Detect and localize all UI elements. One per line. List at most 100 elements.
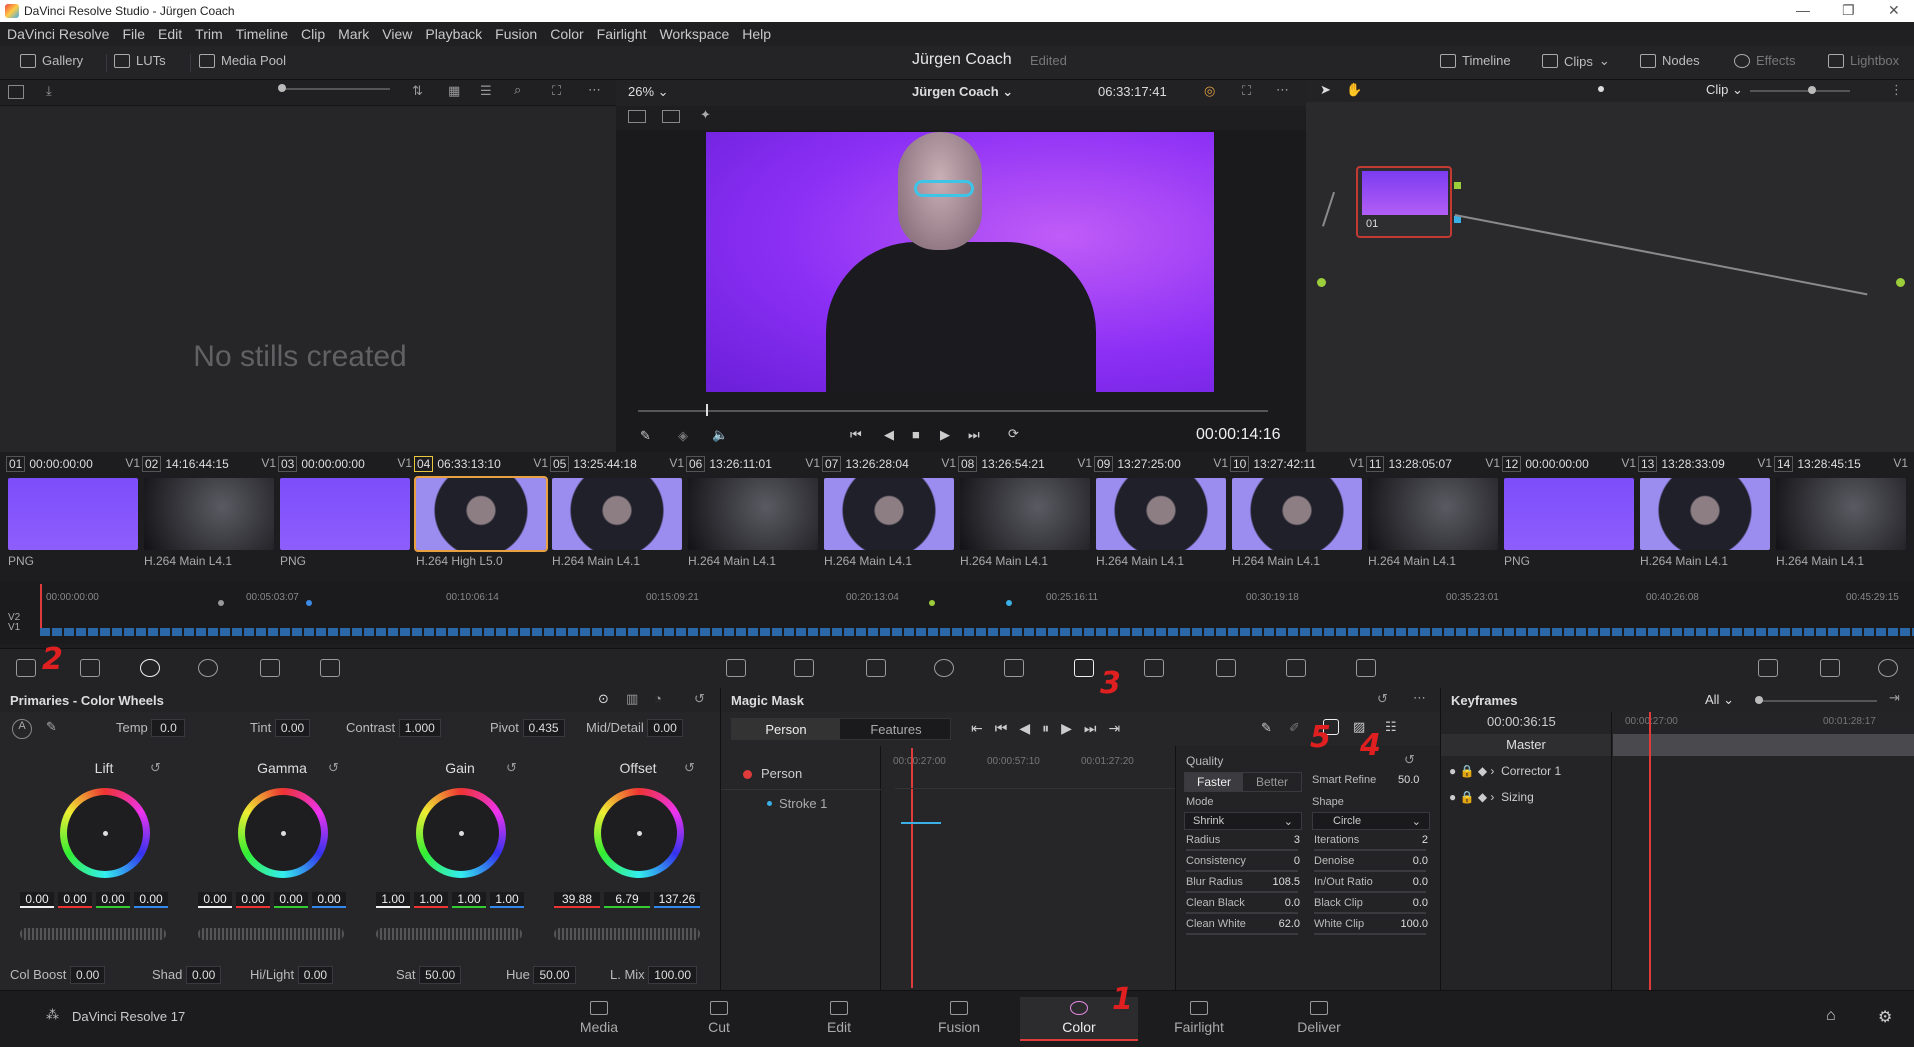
master-wheel-jog[interactable]: [20, 928, 166, 940]
magic-mask-icon[interactable]: [1074, 659, 1094, 677]
play-icon[interactable]: ▶: [940, 427, 950, 443]
sidebar-toggle-icon[interactable]: [8, 85, 24, 99]
zoom-select[interactable]: 26% ⌄: [628, 84, 669, 100]
hdr-wheels-icon[interactable]: [198, 659, 218, 677]
first-frame-icon[interactable]: ⏮: [850, 427, 862, 443]
grid-view-icon[interactable]: ▦: [448, 83, 460, 99]
output-icon[interactable]: [1896, 278, 1905, 287]
split-screen-icon[interactable]: [662, 110, 680, 123]
subtract-stroke-icon[interactable]: ✐: [1289, 720, 1300, 736]
color-wheel-gain[interactable]: [416, 788, 506, 878]
rgb-mixer-icon[interactable]: [260, 659, 280, 677]
contrast-control[interactable]: Contrast 1.000: [346, 719, 441, 737]
stroke-keyframe[interactable]: [901, 822, 941, 824]
keyframe-zoom-slider[interactable]: [1757, 700, 1877, 702]
blur-icon[interactable]: [1144, 659, 1164, 677]
fullscreen-icon[interactable]: ⛶: [552, 83, 561, 99]
timeline-toggle[interactable]: Timeline: [1440, 53, 1511, 68]
wheel-value[interactable]: 137.26: [654, 892, 700, 908]
sort-icon[interactable]: ⇅: [412, 83, 423, 99]
restore-icon[interactable]: ❐: [1842, 2, 1855, 19]
clip-thumbnail[interactable]: 13 13:28:33:09 V1 H.264 Main L4.1: [1638, 456, 1774, 568]
menu-item[interactable]: DaVinci Resolve: [7, 26, 109, 42]
blackclip-slider[interactable]: [1314, 912, 1426, 914]
highlight-icon[interactable]: ◎: [1204, 83, 1215, 99]
cleanblack-value[interactable]: 0.0: [1264, 897, 1300, 909]
mode-select[interactable]: Shrink ⌄: [1184, 812, 1302, 830]
list-view-icon[interactable]: ☰: [480, 83, 492, 99]
last-frame-icon[interactable]: ⏭: [968, 427, 980, 443]
clip-thumbnail[interactable]: 01 00:00:00:00 V1 PNG: [6, 456, 142, 568]
hilight-value[interactable]: 0.00: [297, 966, 334, 984]
wheel-center-handle[interactable]: [459, 831, 464, 836]
video-frame[interactable]: [706, 132, 1214, 392]
magic-wand-icon[interactable]: ✦: [700, 107, 711, 123]
contrast-value[interactable]: 1.000: [398, 719, 441, 737]
menu-item[interactable]: Edit: [158, 26, 182, 42]
menu-item[interactable]: Clip: [301, 26, 325, 42]
corrector-node-01[interactable]: 01: [1356, 166, 1452, 238]
master-wheel-jog[interactable]: [376, 928, 522, 940]
loop-icon[interactable]: ⟳: [1008, 426, 1019, 442]
pointer-icon[interactable]: ➤: [1320, 82, 1331, 98]
gear-icon[interactable]: ⚙: [1878, 1007, 1892, 1027]
denoise-slider[interactable]: [1314, 870, 1426, 872]
effects-toggle[interactable]: Effects: [1734, 53, 1796, 68]
white-balance-picker-icon[interactable]: ✎: [46, 719, 57, 735]
more-options-icon[interactable]: ⋯: [588, 82, 601, 98]
minimize-icon[interactable]: —: [1796, 2, 1810, 18]
mask-playhead[interactable]: [911, 748, 913, 988]
timeline-playhead[interactable]: [40, 584, 42, 630]
key-icon[interactable]: [1216, 659, 1236, 677]
node-mode-select[interactable]: Clip ⌄: [1706, 82, 1743, 98]
pivot-control[interactable]: Pivot 0.435: [490, 719, 565, 737]
wheel-value[interactable]: 1.00: [490, 892, 524, 908]
whiteclip-value[interactable]: 100.0: [1392, 918, 1428, 930]
wheel-value[interactable]: 0.00: [312, 892, 346, 908]
node-options-icon[interactable]: ⋮: [1890, 82, 1903, 98]
color-match-icon[interactable]: [80, 659, 100, 677]
cleanwhite-slider[interactable]: [1186, 933, 1298, 935]
wheel-value[interactable]: 39.88: [554, 892, 600, 908]
wheel-value[interactable]: 0.00: [58, 892, 92, 908]
scopes-icon[interactable]: [1820, 659, 1840, 677]
media-pool-button[interactable]: Media Pool: [199, 53, 286, 68]
reset-settings-icon[interactable]: ↺: [1404, 752, 1415, 768]
wheel-center-handle[interactable]: [281, 831, 286, 836]
tint-control[interactable]: Tint 0.00: [250, 719, 311, 737]
consistency-value[interactable]: 0: [1264, 855, 1300, 867]
keyframe-playhead[interactable]: [1649, 712, 1651, 990]
search-icon[interactable]: ⌕: [514, 82, 521, 98]
wheel-value[interactable]: 0.00: [134, 892, 168, 908]
color-wheel-offset[interactable]: [594, 788, 684, 878]
qualifier-icon[interactable]: [866, 659, 886, 677]
source-input-icon[interactable]: [1317, 278, 1326, 287]
pivot-value[interactable]: 0.435: [522, 719, 565, 737]
wheel-value[interactable]: 6.79: [604, 892, 650, 908]
menu-item[interactable]: Timeline: [236, 26, 288, 42]
thumb-size-handle[interactable]: [278, 84, 286, 92]
reset-wheel-icon[interactable]: ↺: [684, 760, 695, 776]
master-wheel-jog[interactable]: [554, 928, 700, 940]
cleanblack-slider[interactable]: [1186, 912, 1298, 914]
tracker-icon[interactable]: [1004, 659, 1024, 677]
tint-value[interactable]: 0.00: [274, 719, 311, 737]
marker[interactable]: [218, 600, 224, 606]
track-controls[interactable]: ⇤⏮◀⏸▶⏭⇥: [971, 720, 1132, 737]
marker[interactable]: [1006, 600, 1012, 606]
page-edit[interactable]: Edit: [780, 997, 898, 1041]
clip-thumbnail[interactable]: 08 13:26:54:21 V1 H.264 Main L4.1: [958, 456, 1094, 568]
color-wheel-lift[interactable]: [60, 788, 150, 878]
menu-item[interactable]: Workspace: [659, 26, 729, 42]
bars-mode-icon[interactable]: ▥: [626, 691, 638, 707]
clip-thumbnail[interactable]: 03 00:00:00:00 V1 PNG: [278, 456, 414, 568]
wheel-center-handle[interactable]: [103, 831, 108, 836]
viewer-fullscreen-icon[interactable]: ⛶: [1242, 83, 1251, 99]
shape-select[interactable]: Circle ⌄: [1312, 812, 1430, 830]
smart-refine-value[interactable]: 50.0: [1398, 774, 1419, 786]
tab-person[interactable]: Person: [732, 719, 840, 739]
luts-button[interactable]: LUTs: [114, 53, 166, 68]
mid-detail-control[interactable]: Mid/Detail 0.00: [586, 719, 683, 737]
page-fairlight[interactable]: Fairlight: [1140, 997, 1258, 1041]
auto-balance-icon[interactable]: A: [12, 719, 32, 739]
